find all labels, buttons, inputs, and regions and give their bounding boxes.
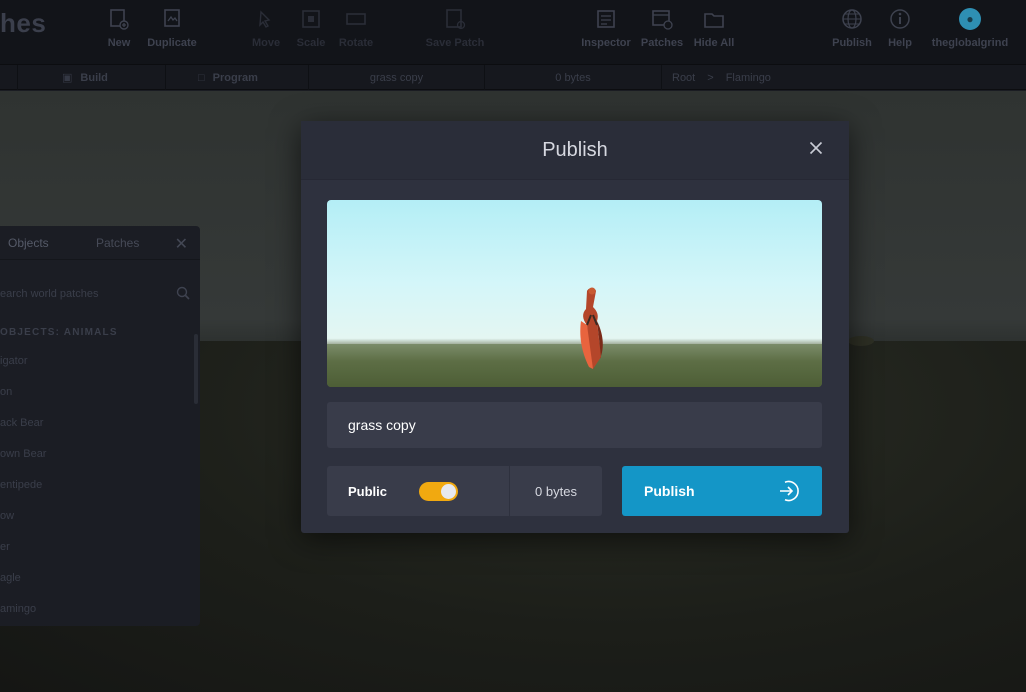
close-icon[interactable] [807, 139, 825, 157]
public-label: Public [348, 484, 388, 499]
publish-dialog: Publish Public 0 bytes Publish [301, 121, 849, 533]
dialog-title: Publish [542, 138, 608, 161]
flamingo-model [580, 287, 603, 369]
dialog-header: Publish [301, 121, 849, 180]
publish-button[interactable]: Publish [622, 466, 822, 516]
world-size-label: 0 bytes [535, 483, 577, 499]
arrow-circle-icon [777, 479, 801, 503]
visibility-row: Public 0 bytes [327, 466, 602, 516]
publish-button-label: Publish [644, 483, 695, 499]
public-toggle[interactable] [419, 482, 458, 501]
world-name-input[interactable] [327, 402, 822, 448]
world-preview-thumbnail [327, 200, 822, 387]
toggle-knob [441, 484, 456, 499]
